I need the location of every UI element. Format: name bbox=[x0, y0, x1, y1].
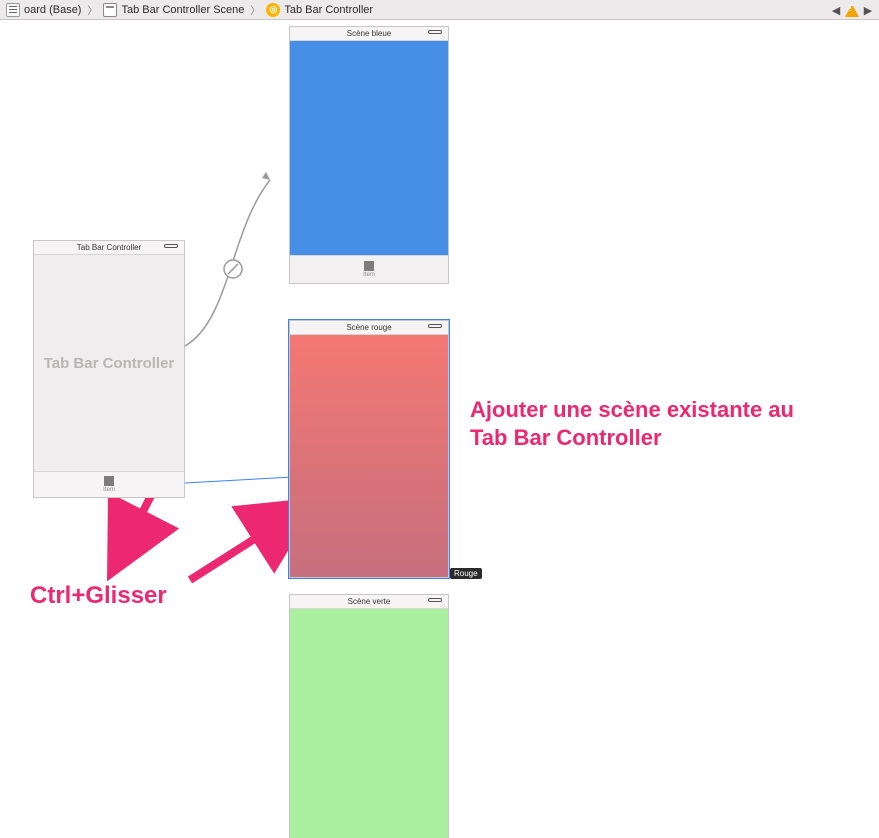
chevron-right-icon: 〉 bbox=[248, 2, 262, 17]
scene-body bbox=[290, 335, 448, 577]
tab-item-label: Item bbox=[103, 487, 115, 493]
annotation-line1: Ajouter une scène existante au bbox=[470, 397, 794, 422]
scene-title[interactable]: Tab Bar Controller bbox=[34, 241, 184, 255]
scene-handle-icon bbox=[164, 244, 178, 248]
scene-verte[interactable]: Scène verte bbox=[289, 594, 449, 838]
tab-item-icon bbox=[104, 476, 114, 486]
history-forward-button[interactable]: ▶ bbox=[861, 3, 875, 17]
breadcrumb-item-storyboard[interactable]: oard (Base) bbox=[2, 3, 85, 17]
scene-handle-icon bbox=[428, 30, 442, 34]
breadcrumb-label: Tab Bar Controller Scene bbox=[121, 4, 244, 16]
tab-bar[interactable]: Item bbox=[34, 471, 184, 497]
breadcrumb-bar: oard (Base) 〉 Tab Bar Controller Scene 〉… bbox=[0, 0, 879, 20]
scene-body bbox=[290, 609, 448, 838]
warning-icon bbox=[845, 3, 859, 17]
scene-bleue[interactable]: Scène bleue Item bbox=[289, 26, 449, 284]
vertical-scrollbar[interactable] bbox=[866, 20, 879, 818]
scene-title-label: Tab Bar Controller bbox=[77, 243, 141, 252]
tab-item-icon bbox=[364, 261, 374, 271]
annotation-line2: Tab Bar Controller bbox=[470, 425, 662, 450]
scene-icon bbox=[103, 3, 117, 17]
scene-handle-icon bbox=[428, 324, 442, 328]
scene-handle-icon bbox=[428, 598, 442, 602]
scene-title-label: Scène bleue bbox=[347, 29, 391, 38]
scene-rouge[interactable]: Scène rouge bbox=[289, 320, 449, 578]
annotation-ctrl-drag: Ctrl+Glisser bbox=[30, 582, 167, 610]
scene-title[interactable]: Scène rouge bbox=[290, 321, 448, 335]
storyboard-canvas[interactable]: Tab Bar Controller Tab Bar Controller It… bbox=[0, 20, 879, 838]
history-back-button[interactable]: ◀ bbox=[829, 3, 843, 17]
breadcrumb-item-scene[interactable]: Tab Bar Controller Scene bbox=[99, 3, 248, 17]
scene-tab-bar-controller[interactable]: Tab Bar Controller Tab Bar Controller It… bbox=[33, 240, 185, 498]
scene-body bbox=[290, 41, 448, 255]
scene-title[interactable]: Scène bleue bbox=[290, 27, 448, 41]
tab-bar[interactable]: Item bbox=[290, 255, 448, 283]
warnings-button[interactable] bbox=[845, 3, 859, 17]
annotation-add-scene: Ajouter une scène existante au Tab Bar C… bbox=[470, 396, 794, 451]
scene-title-label: Scène verte bbox=[348, 597, 391, 606]
storyboard-icon bbox=[6, 3, 20, 17]
breadcrumb-label: Tab Bar Controller bbox=[284, 4, 373, 16]
chevron-right-icon: 〉 bbox=[85, 2, 99, 17]
breadcrumb-item-vc[interactable]: ◎ Tab Bar Controller bbox=[262, 3, 377, 17]
tab-item-label: Item bbox=[363, 272, 375, 278]
breadcrumb-label: oard (Base) bbox=[24, 4, 81, 16]
scene-title-label: Scène rouge bbox=[346, 323, 391, 332]
toolbar-right: ◀ ▶ bbox=[829, 0, 875, 20]
scene-rouge-badge: Rouge bbox=[450, 568, 482, 579]
scene-body: Tab Bar Controller bbox=[34, 255, 184, 471]
scene-title[interactable]: Scène verte bbox=[290, 595, 448, 609]
scene-body-label: Tab Bar Controller bbox=[44, 355, 175, 372]
viewcontroller-icon: ◎ bbox=[266, 3, 280, 17]
